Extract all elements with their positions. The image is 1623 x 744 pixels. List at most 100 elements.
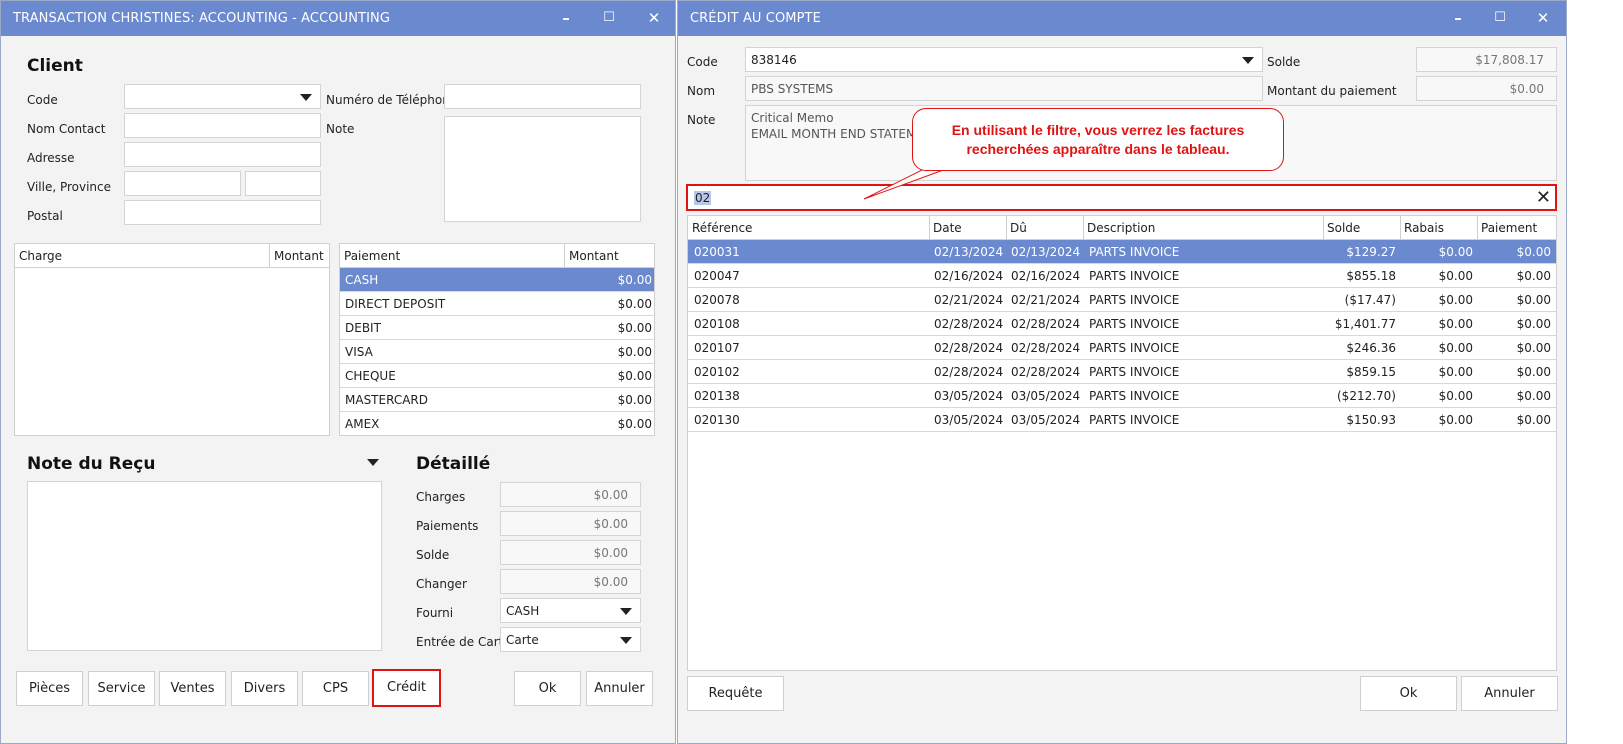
payment-row[interactable]: VISA $0.00 xyxy=(340,340,654,364)
payment-name: CASH xyxy=(345,273,379,287)
payment-amount-column-header[interactable]: Montant xyxy=(569,249,619,263)
invoice-date: 02/28/2024 xyxy=(934,341,1004,355)
invoice-reference: 020107 xyxy=(694,341,740,355)
invoice-row[interactable]: 020047 02/16/2024 02/16/2024 PARTS INVOI… xyxy=(688,264,1556,288)
cps-button[interactable]: CPS xyxy=(302,671,369,706)
chevron-down-icon[interactable] xyxy=(620,608,632,615)
city-input[interactable] xyxy=(124,171,241,196)
chevron-down-icon[interactable] xyxy=(1242,57,1254,64)
ok-button[interactable]: Ok xyxy=(1360,676,1457,711)
note-label: Note xyxy=(326,122,355,136)
invoice-balance: $1,401.77 xyxy=(1334,317,1396,331)
invoice-due: 02/16/2024 xyxy=(1011,269,1081,283)
reference-column-header[interactable]: Référence xyxy=(692,221,752,235)
address-input[interactable] xyxy=(124,142,321,167)
annotation-callout: En utilisant le filtre, vous verrez les … xyxy=(912,108,1284,171)
invoice-table[interactable]: Référence Date Dû Description Solde Raba… xyxy=(687,215,1557,671)
date-column-header[interactable]: Date xyxy=(933,221,962,235)
chevron-down-icon[interactable] xyxy=(620,637,632,644)
invoice-date: 03/05/2024 xyxy=(934,389,1004,403)
maximize-icon[interactable]: ☐ xyxy=(597,7,621,29)
payment-column-header[interactable]: Paiement xyxy=(1481,221,1537,235)
supplied-combobox[interactable]: CASH xyxy=(500,598,641,623)
ok-button[interactable]: Ok xyxy=(514,671,581,706)
filter-input[interactable]: 02 ✕ xyxy=(686,184,1557,211)
province-input[interactable] xyxy=(245,171,321,196)
invoice-date: 02/13/2024 xyxy=(934,245,1004,259)
parts-button[interactable]: Pièces xyxy=(16,671,83,706)
charges-label: Charges xyxy=(416,490,466,504)
maximize-icon[interactable]: ☐ xyxy=(1488,7,1512,29)
payment-amount: $0.00 xyxy=(617,393,652,407)
transaction-window-title: TRANSACTION CHRISTINES: ACCOUNTING - ACC… xyxy=(13,11,390,26)
invoice-payment: $0.00 xyxy=(1516,293,1551,307)
minimize-icon[interactable]: – xyxy=(554,7,578,29)
change-value: $0.00 xyxy=(500,569,641,594)
invoice-discount: $0.00 xyxy=(1438,269,1473,283)
invoice-payment: $0.00 xyxy=(1516,341,1551,355)
payment-row[interactable]: CHEQUE $0.00 xyxy=(340,364,654,388)
payment-row[interactable]: CASH $0.00 xyxy=(340,268,654,292)
invoice-row[interactable]: 020102 02/28/2024 02/28/2024 PARTS INVOI… xyxy=(688,360,1556,384)
minimize-icon[interactable]: – xyxy=(1446,7,1470,29)
receipt-note-textarea[interactable] xyxy=(27,481,382,651)
discount-column-header[interactable]: Rabais xyxy=(1404,221,1444,235)
invoice-row[interactable]: 020107 02/28/2024 02/28/2024 PARTS INVOI… xyxy=(688,336,1556,360)
balance-column-header[interactable]: Solde xyxy=(1327,221,1360,235)
invoice-row[interactable]: 020108 02/28/2024 02/28/2024 PARTS INVOI… xyxy=(688,312,1556,336)
payment-grid[interactable]: Paiement Montant CASH $0.00 DIRECT DEPOSI… xyxy=(339,243,655,436)
charge-grid[interactable]: Charge Montant xyxy=(14,243,330,436)
postal-input[interactable] xyxy=(124,200,321,225)
invoice-reference: 020138 xyxy=(694,389,740,403)
card-entry-value: Carte xyxy=(506,633,539,647)
payment-row[interactable]: DIRECT DEPOSIT $0.00 xyxy=(340,292,654,316)
invoice-due: 03/05/2024 xyxy=(1011,389,1081,403)
misc-button[interactable]: Divers xyxy=(231,671,298,706)
phone-input[interactable] xyxy=(444,84,641,109)
invoice-balance: $855.18 xyxy=(1346,269,1396,283)
invoice-row[interactable]: 020078 02/21/2024 02/21/2024 PARTS INVOI… xyxy=(688,288,1556,312)
supplied-value: CASH xyxy=(506,604,540,618)
credit-button[interactable]: Crédit xyxy=(372,669,441,707)
sales-button[interactable]: Ventes xyxy=(159,671,226,706)
cancel-button[interactable]: Annuler xyxy=(1461,676,1558,711)
payment-column-header[interactable]: Paiement xyxy=(344,249,400,263)
account-code-combobox[interactable]: 838146 xyxy=(745,47,1263,72)
invoice-row[interactable]: 020130 03/05/2024 03/05/2024 PARTS INVOI… xyxy=(688,408,1556,432)
chevron-down-icon[interactable] xyxy=(367,459,379,466)
client-code-combobox[interactable] xyxy=(124,84,321,109)
invoice-row[interactable]: 020031 02/13/2024 02/13/2024 PARTS INVOI… xyxy=(688,240,1556,264)
payment-row[interactable]: MASTERCARD $0.00 xyxy=(340,388,654,412)
due-column-header[interactable]: Dû xyxy=(1010,221,1027,235)
chevron-down-icon[interactable] xyxy=(300,94,312,101)
payment-row[interactable]: AMEX $0.00 xyxy=(340,412,654,435)
invoice-row[interactable]: 020138 03/05/2024 03/05/2024 PARTS INVOI… xyxy=(688,384,1556,408)
payment-row[interactable]: DEBIT $0.00 xyxy=(340,316,654,340)
contact-name-input[interactable] xyxy=(124,113,321,138)
invoice-description: PARTS INVOICE xyxy=(1089,317,1180,331)
description-column-header[interactable]: Description xyxy=(1087,221,1155,235)
invoice-date: 03/05/2024 xyxy=(934,413,1004,427)
charge-amount-column-header[interactable]: Montant xyxy=(274,249,324,263)
credit-account-titlebar[interactable]: CRÉDIT AU COMPTE – ☐ ✕ xyxy=(678,1,1566,36)
invoice-payment: $0.00 xyxy=(1516,245,1551,259)
service-button[interactable]: Service xyxy=(88,671,155,706)
close-icon[interactable]: ✕ xyxy=(1531,7,1555,29)
invoice-description: PARTS INVOICE xyxy=(1089,341,1180,355)
charge-column-header[interactable]: Charge xyxy=(19,249,62,263)
callout-text-line: En utilisant le filtre, vous verrez les … xyxy=(951,122,1245,138)
cancel-button[interactable]: Annuler xyxy=(586,671,653,706)
balance-value: $0.00 xyxy=(500,540,641,565)
close-icon[interactable]: ✕ xyxy=(642,7,666,29)
invoice-discount: $0.00 xyxy=(1438,317,1473,331)
invoice-due: 02/21/2024 xyxy=(1011,293,1081,307)
invoice-balance: $129.27 xyxy=(1346,245,1396,259)
card-entry-combobox[interactable]: Carte xyxy=(500,627,641,652)
invoice-description: PARTS INVOICE xyxy=(1089,389,1180,403)
transaction-titlebar[interactable]: TRANSACTION CHRISTINES: ACCOUNTING - ACC… xyxy=(1,1,675,36)
client-note-textarea[interactable] xyxy=(444,116,641,222)
payments-label: Paiements xyxy=(416,519,479,533)
clear-filter-icon[interactable]: ✕ xyxy=(1536,187,1551,208)
query-button[interactable]: Requête xyxy=(687,676,784,711)
balance-label: Solde xyxy=(416,548,450,562)
